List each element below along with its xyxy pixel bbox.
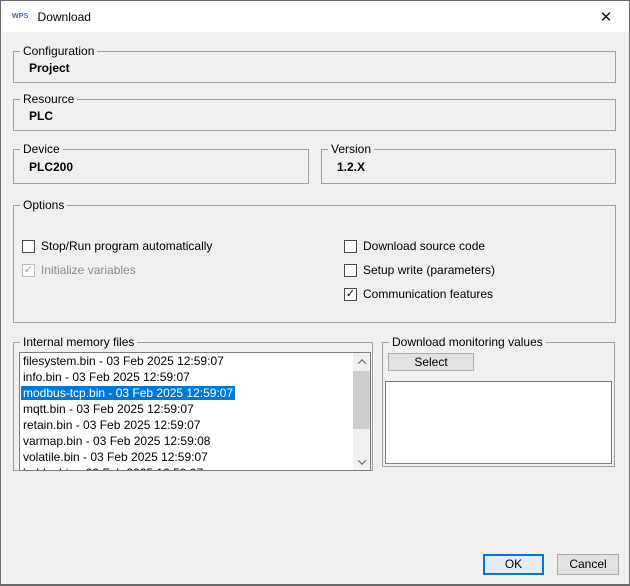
version-group: Version 1.2.X bbox=[321, 149, 616, 184]
file-list-item[interactable]: filesystem.bin - 03 Feb 2025 12:59:07 bbox=[20, 353, 353, 369]
resource-group: Resource PLC bbox=[13, 99, 616, 131]
options-column-right: Download source code Setup write (paramet… bbox=[344, 234, 495, 306]
stop-run-program-automatically-checkbox[interactable] bbox=[22, 240, 35, 253]
scroll-down-icon[interactable] bbox=[353, 453, 370, 470]
select-button[interactable]: Select bbox=[388, 353, 474, 371]
option-row: Download source code bbox=[344, 234, 495, 258]
option-label: Communication features bbox=[363, 287, 493, 301]
option-row: ✓ Communication features bbox=[344, 282, 495, 306]
resource-label: Resource bbox=[20, 92, 77, 107]
close-icon[interactable]: ✕ bbox=[589, 1, 623, 32]
device-group: Device PLC200 bbox=[13, 149, 309, 184]
options-column-left: Stop/Run program automatically ✓ Initializ… bbox=[22, 234, 212, 282]
version-value: 1.2.X bbox=[337, 160, 365, 174]
titlebar: WPS Download ✕ bbox=[1, 1, 629, 32]
ok-button[interactable]: OK bbox=[483, 554, 544, 575]
setup-write-parameters-checkbox[interactable] bbox=[344, 264, 357, 277]
download-source-code-checkbox[interactable] bbox=[344, 240, 357, 253]
scroll-up-icon[interactable] bbox=[353, 353, 370, 370]
internal-memory-listbox: filesystem.bin - 03 Feb 2025 12:59:07inf… bbox=[19, 352, 371, 471]
options-label: Options bbox=[20, 198, 67, 213]
file-list-item[interactable]: volatile.bin - 03 Feb 2025 12:59:07 bbox=[20, 449, 353, 465]
file-list-item[interactable]: varmap.bin - 03 Feb 2025 12:59:08 bbox=[20, 433, 353, 449]
monitoring-label: Download monitoring values bbox=[389, 335, 546, 350]
monitoring-values-listbox[interactable] bbox=[385, 381, 612, 464]
option-label: Download source code bbox=[363, 239, 485, 253]
device-value: PLC200 bbox=[29, 160, 73, 174]
resource-value: PLC bbox=[29, 109, 53, 123]
wps-app-icon: WPS bbox=[12, 13, 29, 20]
device-label: Device bbox=[20, 142, 63, 157]
option-label: Setup write (parameters) bbox=[363, 263, 495, 277]
option-label: Initialize variables bbox=[41, 263, 136, 277]
file-list-item[interactable]: mqtt.bin - 03 Feb 2025 12:59:07 bbox=[20, 401, 353, 417]
communication-features-checkbox[interactable]: ✓ bbox=[344, 288, 357, 301]
download-dialog: WPS Download ✕ Configuration Project Res… bbox=[0, 0, 630, 586]
option-row: ✓ Initialize variables bbox=[22, 258, 212, 282]
internal-memory-label: Internal memory files bbox=[20, 335, 137, 350]
option-row: Stop/Run program automatically bbox=[22, 234, 212, 258]
options-group: Options Stop/Run program automatically✓I… bbox=[13, 205, 616, 323]
initialize-variables-checkbox: ✓ bbox=[22, 264, 35, 277]
file-list-item[interactable]: retain.bin - 03 Feb 2025 12:59:07 bbox=[20, 417, 353, 433]
internal-memory-group: Internal memory files filesystem.bin - 0… bbox=[13, 342, 373, 471]
version-label: Version bbox=[328, 142, 374, 157]
configuration-label: Configuration bbox=[20, 44, 97, 59]
file-list-item[interactable]: info.bin - 03 Feb 2025 12:59:07 bbox=[20, 369, 353, 385]
vertical-scrollbar[interactable] bbox=[353, 353, 370, 470]
file-list-item[interactable]: modbus-tcp.bin - 03 Feb 2025 12:59:07 bbox=[20, 385, 353, 401]
option-row: Setup write (parameters) bbox=[344, 258, 495, 282]
option-label: Stop/Run program automatically bbox=[41, 239, 212, 253]
file-list: filesystem.bin - 03 Feb 2025 12:59:07inf… bbox=[20, 353, 353, 471]
configuration-value: Project bbox=[29, 61, 70, 75]
cancel-button[interactable]: Cancel bbox=[557, 554, 619, 575]
file-list-item[interactable]: ladder.bin - 03 Feb 2025 12:59:07 bbox=[20, 465, 353, 471]
monitoring-group: Download monitoring values Select bbox=[382, 342, 615, 467]
dialog-title: Download bbox=[38, 10, 91, 24]
configuration-group: Configuration Project bbox=[13, 51, 616, 83]
scrollbar-thumb[interactable] bbox=[353, 371, 370, 429]
